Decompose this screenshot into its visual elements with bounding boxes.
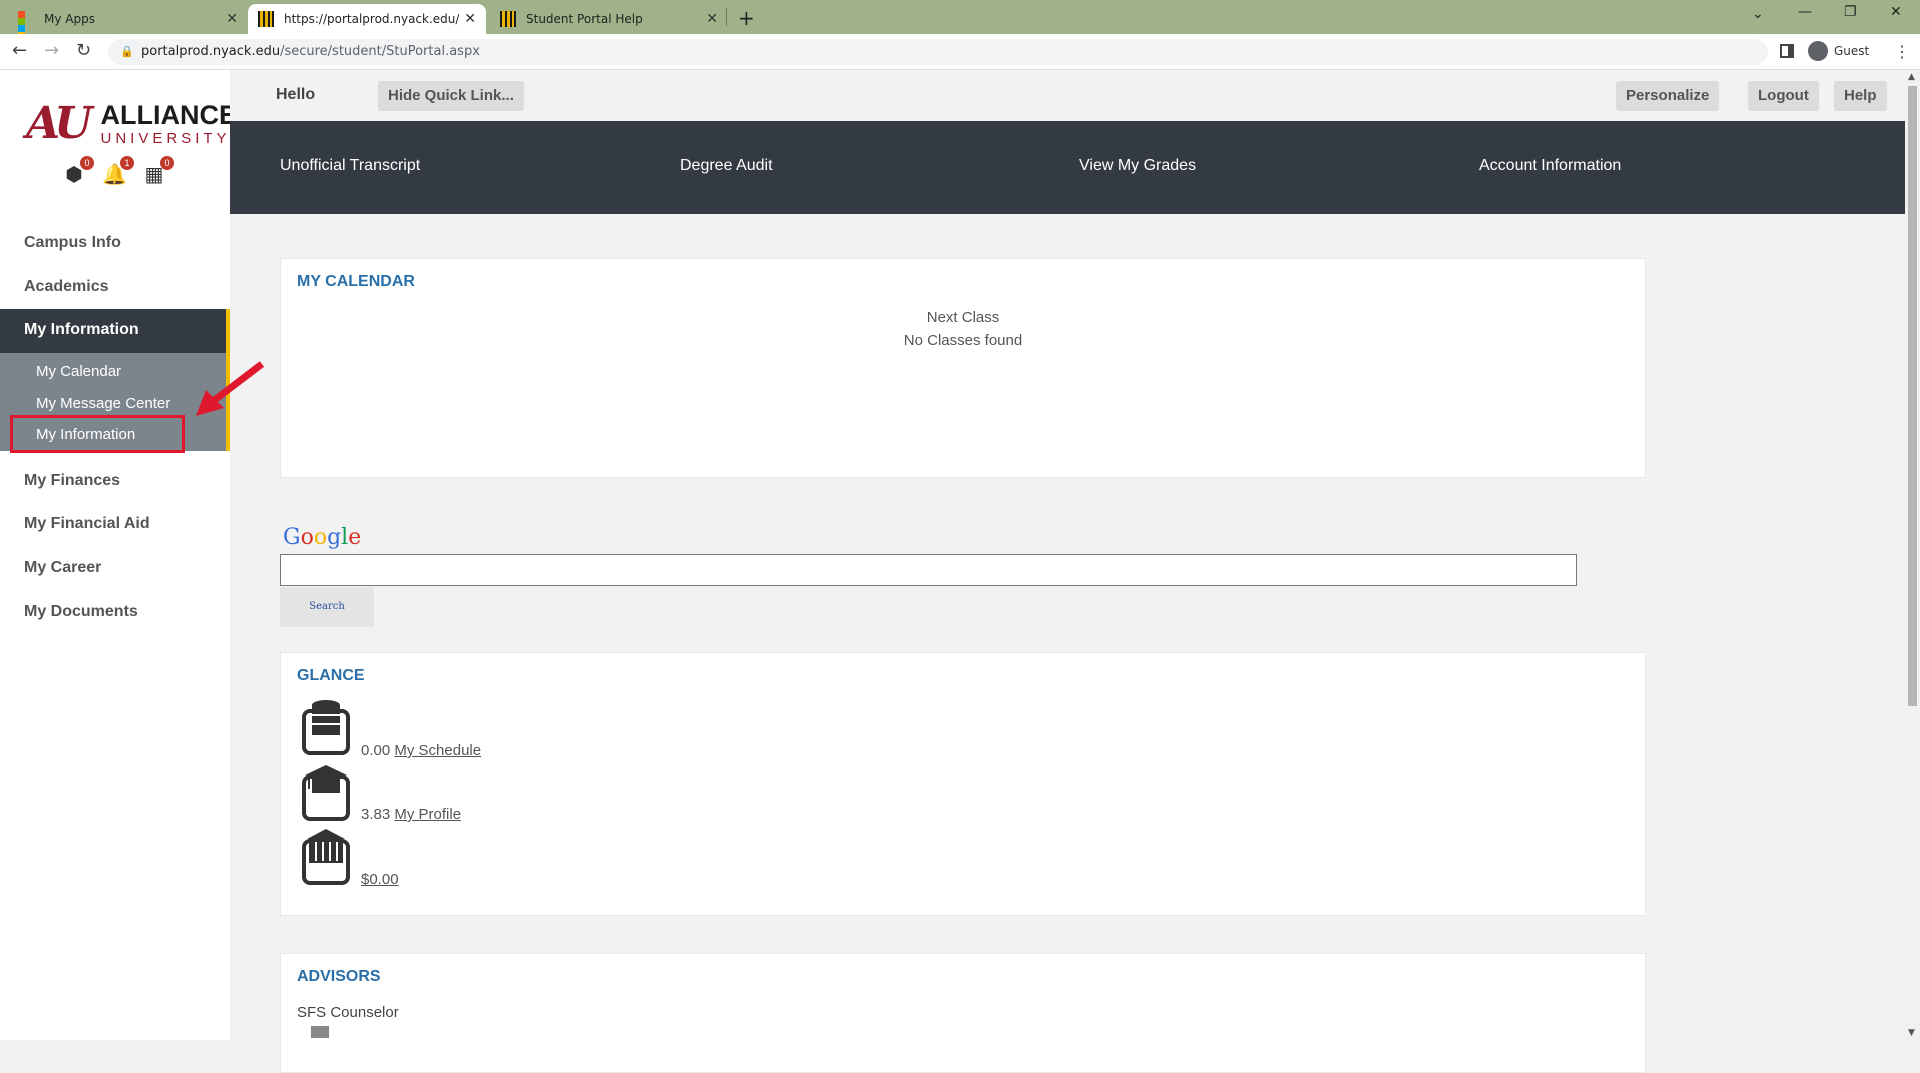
alert-icon[interactable]: ⬢ 0 [62, 156, 94, 186]
microsoft-icon [18, 11, 34, 39]
logo-mark: AU [26, 98, 92, 149]
new-tab-icon[interactable]: + [738, 6, 755, 30]
logo-line1: ALLIANCE [100, 99, 238, 130]
sidebar-item-my-financial-aid[interactable]: My Financial Aid [0, 515, 230, 533]
forward-icon[interactable]: → [44, 40, 59, 61]
sidebar-item-campus-info[interactable]: Campus Info [0, 234, 230, 252]
avatar [1808, 41, 1828, 61]
tab-title: Student Portal Help [526, 12, 643, 26]
url-host: portalprod.nyack.edu [141, 44, 281, 59]
lock-icon: 🔒 [120, 45, 134, 58]
sidebar-item-label: My Information [24, 321, 139, 338]
help-button[interactable]: Help [1834, 81, 1887, 111]
highlight-box [10, 415, 185, 453]
tab-search-icon[interactable]: ⌄ [1752, 6, 1764, 22]
next-class-label: Next Class [926, 309, 1000, 326]
sidebar-item-my-career[interactable]: My Career [0, 559, 230, 577]
bell-count: 1 [120, 156, 134, 170]
advisors-card: ADVISORS SFS Counselor [280, 953, 1646, 1073]
sidebar-item-my-documents[interactable]: My Documents [0, 603, 230, 621]
google-search-button[interactable]: Search [280, 587, 374, 627]
close-window-icon[interactable]: ✕ [1890, 4, 1902, 20]
tab-divider [726, 8, 727, 26]
glance-title: GLANCE [297, 667, 365, 684]
portal-favicon-icon [500, 11, 516, 27]
portal-favicon-icon [258, 11, 274, 27]
close-tab-icon[interactable]: ✕ [706, 11, 718, 27]
browser-tab-bar: My Apps ✕ https://portalprod.nyack.edu/s… [0, 0, 1920, 39]
sidebar-item-my-finances[interactable]: My Finances [0, 472, 230, 490]
back-icon[interactable]: ← [12, 40, 27, 61]
gpa-value: 3.83 [361, 806, 391, 823]
google-logo: Google [283, 525, 362, 550]
email-icon[interactable] [311, 1026, 329, 1038]
annotation-arrow-icon [196, 361, 265, 416]
quick-links-bar: Unofficial Transcript Degree Audit View … [230, 121, 1905, 214]
schedule-icon [302, 700, 350, 755]
top-bar: Hello Hide Quick Link... Personalize Log… [230, 70, 1905, 121]
profile-label: Guest [1834, 44, 1870, 58]
gpa-credits-value: 0.00 [361, 742, 391, 759]
sidebar: AU ALLIANCE UNIVERSITY ⬢ 0 🔔 1 ▦ 0 Campus I… [0, 70, 265, 1040]
minimize-icon[interactable]: — [1798, 4, 1812, 20]
bell-icon[interactable]: 🔔 1 [102, 156, 134, 186]
restore-icon[interactable]: ❐ [1844, 4, 1857, 20]
portal-page: AU ALLIANCE UNIVERSITY ⬢ 0 🔔 1 ▦ 0 Campus I… [0, 70, 1920, 1073]
profile-button[interactable]: Guest [1808, 41, 1869, 61]
quicklink-unofficial-transcript[interactable]: Unofficial Transcript [280, 157, 420, 175]
tab-title: My Apps [44, 12, 95, 26]
alert-count: 0 [80, 156, 94, 170]
tab-portal[interactable]: https://portalprod.nyack.edu/sec ✕ [248, 4, 486, 34]
logo-line2: UNIVERSITY [100, 129, 231, 147]
my-profile-link[interactable]: My Profile [394, 806, 461, 823]
calendar-icon[interactable]: ▦ 0 [142, 156, 174, 186]
quicklink-view-my-grades[interactable]: View My Grades [1079, 157, 1196, 175]
no-classes-text: No Classes found [903, 332, 1023, 349]
scroll-thumb[interactable] [1908, 86, 1917, 706]
reload-icon[interactable]: ↻ [76, 40, 91, 61]
my-schedule-link[interactable]: My Schedule [394, 742, 481, 759]
calendar-title: MY CALENDAR [297, 273, 415, 290]
sfs-counselor-label: SFS Counselor [297, 1004, 399, 1021]
close-tab-icon[interactable]: ✕ [464, 11, 476, 27]
sidebar-item-academics[interactable]: Academics [0, 278, 230, 296]
profile-icon [302, 765, 350, 821]
quicklink-account-information[interactable]: Account Information [1479, 157, 1621, 175]
balance-link[interactable]: $0.00 [361, 871, 399, 888]
hello-text: Hello [276, 86, 316, 103]
url-path: /secure/student/StuPortal.aspx [280, 44, 480, 59]
address-bar: ← → ↻ 🔒 portalprod.nyack.edu/secure/stud… [0, 34, 1920, 70]
tab-my-apps[interactable]: My Apps ✕ [8, 4, 248, 39]
glance-balance-text: $0.00 [361, 871, 399, 888]
glance-card: GLANCE 0.00 My Schedule 3.83 My Profile [280, 652, 1646, 916]
glance-schedule-text: 0.00 My Schedule [361, 742, 481, 759]
bank-icon [302, 829, 350, 885]
url-field[interactable]: 🔒 portalprod.nyack.edu/secure/student/St… [108, 39, 1768, 65]
scroll-down-icon[interactable]: ▼ [1908, 1028, 1915, 1038]
sidebar-item-my-information[interactable]: My Information [0, 309, 230, 353]
calendar-card: MY CALENDAR Next Class No Classes found [280, 258, 1646, 478]
tab-help[interactable]: Student Portal Help ✕ [490, 4, 728, 34]
glance-profile-text: 3.83 My Profile [361, 806, 461, 823]
submenu-my-message-center[interactable]: My Message Center [36, 395, 170, 412]
quicklink-degree-audit[interactable]: Degree Audit [680, 157, 773, 175]
tab-title: https://portalprod.nyack.edu/sec [284, 12, 459, 26]
personalize-button[interactable]: Personalize [1616, 81, 1720, 111]
page-scrollbar[interactable]: ▲ ▼ [1905, 70, 1920, 1040]
calendar-count: 0 [160, 156, 174, 170]
google-search-input[interactable] [280, 554, 1577, 586]
browser-menu-icon[interactable]: ⋮ [1894, 42, 1910, 61]
submenu-my-calendar[interactable]: My Calendar [36, 363, 121, 380]
advisors-title: ADVISORS [297, 968, 381, 985]
hide-quick-links-button[interactable]: Hide Quick Link... [378, 81, 524, 111]
logout-button[interactable]: Logout [1748, 81, 1819, 111]
side-panel-icon[interactable] [1780, 44, 1794, 58]
scroll-up-icon[interactable]: ▲ [1908, 72, 1915, 82]
alliance-university-logo[interactable]: AU ALLIANCE UNIVERSITY [26, 98, 237, 149]
close-tab-icon[interactable]: ✕ [226, 11, 238, 27]
notification-badges: ⬢ 0 🔔 1 ▦ 0 [62, 156, 174, 186]
